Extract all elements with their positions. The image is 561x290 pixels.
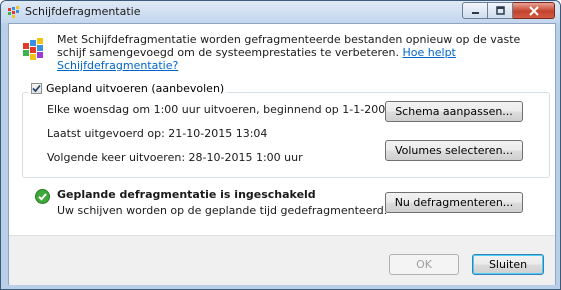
defrag-icon	[8, 6, 19, 18]
check-icon	[35, 189, 50, 204]
schedule-checkbox[interactable]	[31, 83, 42, 94]
defrag-app-icon	[23, 38, 43, 60]
window-title: Schijfdefragmentatie	[25, 5, 141, 18]
minimize-button[interactable]	[462, 2, 488, 19]
schedule-run-text: Elke woensdag om 1:00 uur uitvoeren, beg…	[47, 103, 393, 116]
maximize-icon	[495, 6, 505, 15]
title-bar[interactable]: Schijfdefragmentatie	[1, 1, 560, 23]
select-volumes-button[interactable]: Volumes selecteren...	[385, 140, 523, 161]
ok-button[interactable]: OK	[389, 254, 459, 275]
maximize-button[interactable]	[488, 2, 513, 19]
close-dialog-button[interactable]: Sluiten	[472, 254, 544, 275]
next-run-text: Volgende keer uitvoeren: 28-10-2015 1:00…	[47, 151, 303, 164]
dialog-window: Schijfdefragmentatie Met Schijfdefragmen…	[0, 0, 561, 290]
defrag-now-button[interactable]: Nu defragmenteren...	[385, 192, 523, 213]
schedule-checkbox-row[interactable]: Gepland uitvoeren (aanbevolen)	[28, 82, 228, 95]
close-button[interactable]	[513, 2, 555, 19]
close-icon	[528, 5, 539, 16]
schedule-checkbox-label: Gepland uitvoeren (aanbevolen)	[46, 82, 225, 95]
dialog-content: Met Schijfdefragmentatie worden gefragme…	[8, 23, 556, 285]
minimize-icon	[471, 12, 479, 14]
modify-schedule-button[interactable]: Schema aanpassen...	[385, 101, 523, 122]
status-subtitle: Uw schijven worden op de geplande tijd g…	[57, 204, 388, 217]
status-title: Geplande defragmentatie is ingeschakeld	[57, 188, 316, 201]
caption-buttons	[462, 2, 555, 19]
last-run-text: Laatst uitgevoerd op: 21-10-2015 13:04	[47, 127, 268, 140]
intro-text: Met Schijfdefragmentatie worden gefragme…	[57, 33, 552, 72]
dialog-footer: OK Sluiten	[9, 235, 555, 285]
checkmark-icon	[32, 84, 41, 93]
